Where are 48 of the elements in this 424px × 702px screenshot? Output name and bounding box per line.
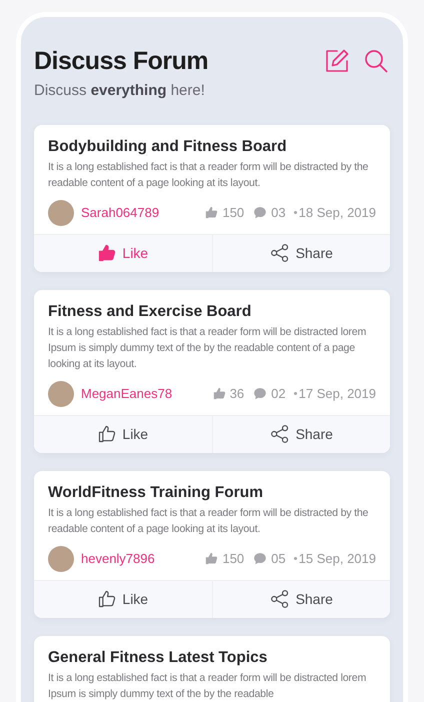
share-button[interactable]: Share bbox=[212, 234, 390, 272]
post-title[interactable]: WorldFitness Training Forum bbox=[48, 482, 376, 502]
comment-count: 05 bbox=[271, 550, 286, 568]
post-title[interactable]: General Fitness Latest Topics bbox=[48, 648, 376, 668]
post-title[interactable]: Bodybuilding and Fitness Board bbox=[48, 136, 376, 156]
search-icon[interactable] bbox=[364, 49, 388, 73]
thumbs-up-icon bbox=[97, 589, 118, 609]
comment-count: 03 bbox=[271, 204, 286, 222]
like-button[interactable]: Like bbox=[34, 416, 212, 452]
page-subtitle: Discuss everything here! bbox=[34, 81, 206, 101]
comment-icon bbox=[253, 206, 268, 220]
share-button[interactable]: Share bbox=[212, 580, 390, 618]
like-button[interactable]: Like bbox=[34, 580, 212, 618]
edit-icon[interactable] bbox=[324, 48, 350, 74]
like-count: 150 bbox=[222, 204, 244, 222]
post-excerpt: It is a long established fact is that a reader form will be distracted by the readable content of a page looking at its layout. bbox=[48, 506, 370, 536]
thumbs-up-icon bbox=[97, 243, 118, 263]
avatar[interactable] bbox=[48, 380, 74, 406]
share-icon bbox=[270, 243, 290, 263]
avatar[interactable] bbox=[48, 546, 74, 572]
share-icon bbox=[270, 424, 290, 444]
like-count: 36 bbox=[230, 384, 244, 403]
comment-count: 02 bbox=[271, 384, 286, 403]
thumbs-up-icon bbox=[204, 551, 220, 566]
bullet-separator bbox=[294, 557, 297, 560]
share-icon bbox=[270, 589, 290, 609]
bullet-separator bbox=[294, 211, 297, 214]
like-count: 150 bbox=[222, 550, 244, 568]
thumbs-up-icon bbox=[212, 386, 227, 401]
post-title[interactable]: Fitness and Exercise Board bbox=[48, 302, 376, 322]
thumbs-up-icon bbox=[97, 424, 118, 444]
author-name[interactable]: hevenly7896 bbox=[81, 548, 155, 568]
thumbs-up-icon bbox=[204, 205, 220, 220]
page-title: Discuss Forum bbox=[34, 46, 208, 77]
author-name[interactable]: Sarah064789 bbox=[81, 202, 160, 222]
post-excerpt: It is a long established fact is that a reader form will be distracted lorem Ipsum is simply dummy text of the by the readable content of a page looking at its layout. bbox=[48, 324, 368, 372]
post-date: 17 Sep, 2019 bbox=[298, 384, 376, 403]
comment-icon bbox=[253, 386, 268, 400]
comment-icon bbox=[253, 552, 268, 566]
avatar[interactable] bbox=[48, 200, 74, 226]
author-name[interactable]: MeganEanes78 bbox=[81, 384, 172, 404]
like-button[interactable]: Like bbox=[34, 234, 212, 272]
post-date: 15 Sep, 2019 bbox=[298, 550, 376, 568]
bullet-separator bbox=[294, 392, 297, 395]
post-excerpt: It is a long established fact is that a reader form will be distracted by the readable content of a page looking at its layout. bbox=[48, 160, 370, 190]
share-button[interactable]: Share bbox=[212, 416, 390, 452]
post-excerpt: It is a long established fact is that a reader form will be distracted lorem Ipsum is simply dummy text of the by the readable bbox=[48, 670, 368, 702]
post-date: 18 Sep, 2019 bbox=[298, 204, 376, 222]
